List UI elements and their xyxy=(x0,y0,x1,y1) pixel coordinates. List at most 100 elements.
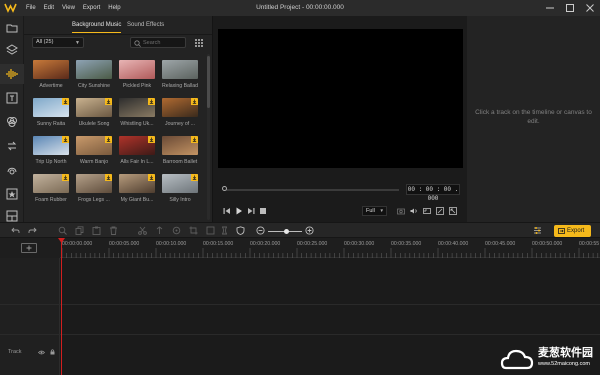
download-badge[interactable] xyxy=(105,98,112,105)
preview-quality-dropdown[interactable]: Full ▼ xyxy=(362,206,387,216)
delete-icon[interactable] xyxy=(109,226,118,235)
search-input[interactable] xyxy=(143,38,183,47)
divider xyxy=(24,34,212,35)
stop-button[interactable] xyxy=(258,206,268,216)
timeline-playhead[interactable] xyxy=(61,240,62,375)
menu-view[interactable]: View xyxy=(62,0,75,16)
crop-button[interactable] xyxy=(422,206,432,216)
tab-background-music[interactable]: Background Music xyxy=(72,18,122,33)
rail-templates[interactable] xyxy=(0,40,24,60)
download-icon xyxy=(149,99,154,104)
download-badge[interactable] xyxy=(148,98,155,105)
rail-audio[interactable] xyxy=(0,64,24,84)
track-thumbnail xyxy=(76,136,112,155)
download-icon xyxy=(63,137,68,142)
copy-icon[interactable] xyxy=(75,226,84,235)
menu-export[interactable]: Export xyxy=(83,0,100,16)
rail-transitions[interactable] xyxy=(0,136,24,156)
track-title: Frogs Legs ... xyxy=(78,197,110,203)
maximize-button[interactable] xyxy=(560,0,580,16)
zoom-fit-icon[interactable] xyxy=(58,226,67,235)
volume-button[interactable] xyxy=(409,206,419,216)
tab-sound-effects[interactable]: Sound Effects xyxy=(127,18,164,32)
undo-icon[interactable] xyxy=(11,226,20,235)
download-badge[interactable] xyxy=(105,136,112,143)
library-scrollbar[interactable] xyxy=(207,54,210,220)
watermark-brand: 麦葱软件园 xyxy=(538,346,593,359)
download-badge[interactable] xyxy=(191,174,198,181)
split-icon[interactable] xyxy=(138,226,147,235)
add-track-button[interactable] xyxy=(21,243,37,253)
ruler-label: 00:00:25.000 xyxy=(297,241,328,247)
download-badge[interactable] xyxy=(105,174,112,181)
close-button[interactable] xyxy=(580,0,600,16)
effects-icon[interactable] xyxy=(172,226,181,235)
minimize-button[interactable] xyxy=(540,0,560,16)
export-button[interactable]: Export xyxy=(554,225,591,237)
lock-icon[interactable] xyxy=(50,349,55,355)
maximize-icon xyxy=(566,4,574,12)
mark-icon[interactable] xyxy=(155,226,164,235)
category-filter-dropdown[interactable]: All (25) ▼ xyxy=(32,37,84,48)
rail-elements[interactable] xyxy=(0,184,24,204)
timeline-ruler[interactable]: 00:00:00.000 00:00:05.000 00:00:10.000 00:0… xyxy=(60,238,600,258)
download-badge[interactable] xyxy=(62,136,69,143)
track-divider xyxy=(0,334,600,335)
rail-overlays[interactable] xyxy=(0,160,24,180)
zoom-out-icon[interactable] xyxy=(256,226,265,235)
download-badge[interactable] xyxy=(191,136,198,143)
prev-frame-button[interactable] xyxy=(222,206,232,216)
menu-help[interactable]: Help xyxy=(108,0,120,16)
download-icon xyxy=(106,99,111,104)
track-title: Advertime xyxy=(39,83,63,89)
download-badge[interactable] xyxy=(62,174,69,181)
zoom-slider-handle[interactable] xyxy=(284,229,289,234)
volume-icon xyxy=(410,208,417,214)
track-title: Warm Banjo xyxy=(79,159,109,165)
quality-value: Full xyxy=(366,208,375,214)
menu-file[interactable]: File xyxy=(26,0,36,16)
redo-icon[interactable] xyxy=(28,226,37,235)
ruler-label: 00:00:55 xyxy=(579,241,600,247)
download-badge[interactable] xyxy=(62,98,69,105)
menu-edit[interactable]: Edit xyxy=(44,0,54,16)
snapshot-button[interactable] xyxy=(396,206,406,216)
shield-icon[interactable] xyxy=(236,226,245,235)
settings-sliders-icon[interactable] xyxy=(533,226,542,235)
speed-icon[interactable] xyxy=(206,226,215,235)
rail-media[interactable] xyxy=(0,18,24,38)
preview-canvas[interactable] xyxy=(218,29,463,168)
track-thumbnail xyxy=(76,174,112,193)
download-badge[interactable] xyxy=(191,98,198,105)
track-thumbnail xyxy=(162,136,198,155)
zoom-in-icon[interactable] xyxy=(305,226,314,235)
playhead-scrubber[interactable] xyxy=(222,186,227,191)
ruler-label: 00:00:15.000 xyxy=(203,241,234,247)
next-frame-button[interactable] xyxy=(246,206,256,216)
track-title: My Giant Bu... xyxy=(120,197,154,203)
aspect-ratio-button[interactable] xyxy=(435,206,445,216)
download-icon xyxy=(192,137,197,142)
rail-text[interactable] xyxy=(0,88,24,108)
rail-filters[interactable] xyxy=(0,112,24,132)
download-badge[interactable] xyxy=(148,136,155,143)
track-thumbnail xyxy=(76,98,112,117)
ruler-label: 00:00:00.000 xyxy=(62,241,93,247)
ruler-label: 00:00:05.000 xyxy=(109,241,140,247)
eye-icon[interactable] xyxy=(38,350,45,355)
track-thumbnail xyxy=(119,136,155,155)
paste-icon[interactable] xyxy=(92,226,101,235)
playback-progress[interactable] xyxy=(223,189,399,191)
fullscreen-button[interactable] xyxy=(448,206,458,216)
track-title: Journey of ... xyxy=(165,121,195,127)
download-badge[interactable] xyxy=(148,174,155,181)
preview-panel: 00 : 00 : 00 . 000 Full ▼ xyxy=(212,16,467,222)
crop-clip-icon[interactable] xyxy=(189,226,198,235)
download-icon xyxy=(192,175,197,180)
grid-view-icon[interactable] xyxy=(194,38,204,48)
ruler-ticks xyxy=(61,248,599,258)
duration-icon[interactable] xyxy=(220,226,229,235)
track-thumbnail xyxy=(162,174,198,193)
play-button[interactable] xyxy=(234,206,244,216)
scrollbar-thumb[interactable] xyxy=(207,56,210,108)
